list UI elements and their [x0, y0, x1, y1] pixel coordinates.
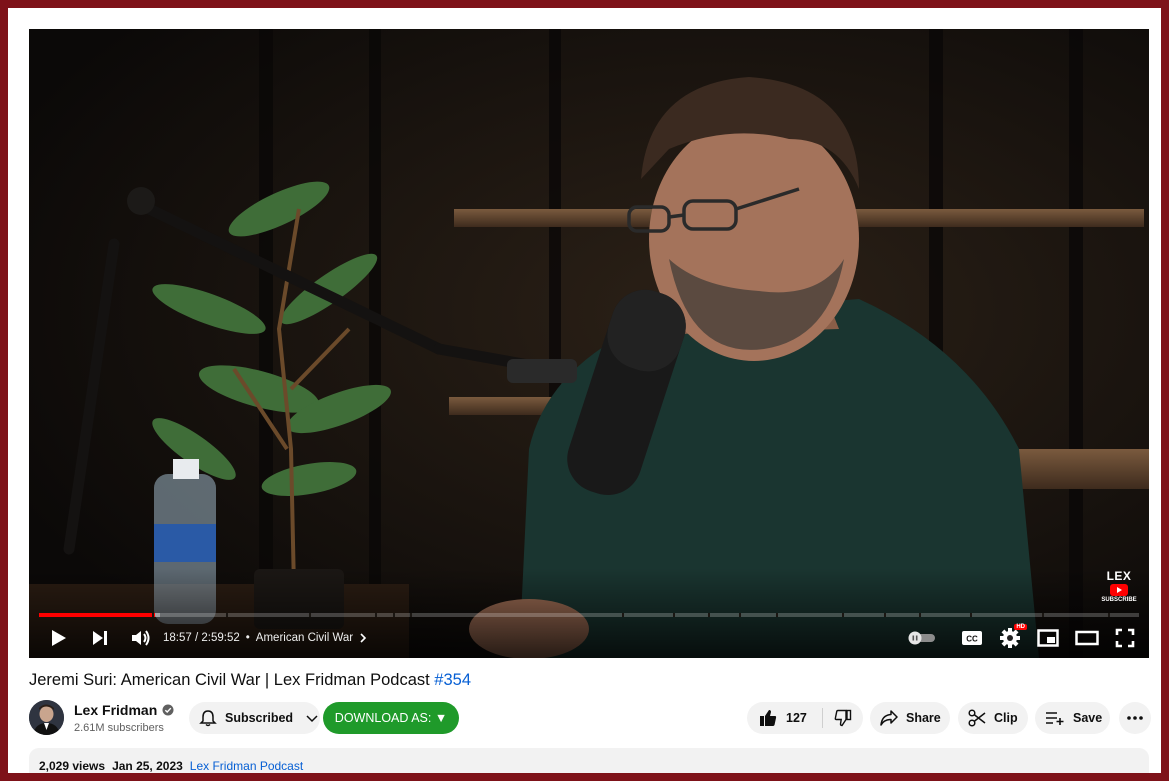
subscriber-count: 2.61M subscribers — [74, 722, 164, 734]
bell-icon — [199, 710, 217, 727]
channel-watermark[interactable]: LEX SUBSCRIBE — [1099, 569, 1139, 603]
chapter-bullet: • — [245, 632, 250, 644]
progress-bar[interactable] — [39, 613, 1139, 617]
fullscreen-button[interactable] — [1115, 623, 1135, 653]
chapter-marker — [738, 613, 741, 617]
share-label: Share — [906, 711, 941, 725]
share-icon — [880, 710, 898, 726]
download-label: DOWNLOAD AS: ▼ — [334, 711, 448, 725]
scissors-icon — [968, 709, 986, 727]
hashtag-link[interactable]: #354 — [434, 671, 471, 689]
theater-mode-button[interactable] — [1075, 623, 1099, 653]
autoplay-toggle[interactable] — [907, 623, 937, 653]
channel-row: Lex Fridman 2.61M subscribers Subscribed… — [29, 700, 1151, 736]
subscribed-label: Subscribed — [225, 711, 294, 725]
play-button[interactable] — [39, 623, 79, 653]
theater-icon — [1075, 630, 1099, 646]
chapter-marker — [776, 613, 778, 617]
thumbs-down-icon — [834, 709, 852, 727]
download-button[interactable]: DOWNLOAD AS: ▼ — [323, 702, 459, 734]
chapter-marker — [226, 613, 228, 617]
podcast-link[interactable]: Lex Fridman Podcast — [190, 759, 303, 773]
miniplayer-icon — [1037, 629, 1059, 647]
fullscreen-icon — [1115, 628, 1135, 648]
like-button[interactable]: 127 — [747, 702, 822, 734]
chevron-right-icon — [360, 633, 367, 643]
dislike-button[interactable] — [823, 702, 863, 734]
more-horizontal-icon — [1127, 716, 1143, 720]
publish-date: Jan 25, 2023 — [112, 759, 183, 773]
view-count: 2,029 views — [39, 759, 106, 773]
save-button[interactable]: Save — [1035, 702, 1110, 734]
hd-badge: HD — [1014, 624, 1027, 630]
player-controls: 18:57 / 2:59:52 • American Civil War CC … — [29, 623, 1149, 653]
avatar-image — [29, 700, 64, 735]
youtube-logo-icon — [1110, 584, 1128, 596]
channel-avatar[interactable] — [29, 700, 64, 735]
video-title-text: Jeremi Suri: American Civil War | Lex Fr… — [29, 671, 435, 689]
video-title: Jeremi Suri: American Civil War | Lex Fr… — [29, 671, 471, 690]
settings-icon — [1000, 628, 1020, 648]
verified-icon — [162, 704, 174, 716]
thumbs-up-icon — [760, 710, 777, 726]
chapter-marker — [672, 613, 675, 617]
miniplayer-button[interactable] — [1037, 623, 1059, 653]
chapter-marker — [842, 613, 844, 617]
chapter-marker — [622, 613, 624, 617]
clip-button[interactable]: Clip — [958, 702, 1028, 734]
like-dislike-group: 127 — [747, 702, 863, 734]
volume-button[interactable] — [121, 623, 161, 653]
chapter-title: American Civil War — [255, 632, 354, 644]
add-to-playlist-icon — [1046, 712, 1064, 725]
current-time: 18:57 — [163, 632, 192, 644]
video-player[interactable]: LEX SUBSCRIBE 18:57 / 2:59:52 • American… — [29, 29, 1149, 658]
next-button[interactable] — [79, 623, 121, 653]
time-separator: / — [194, 632, 199, 644]
video-frame — [29, 29, 1149, 658]
chapter-marker — [919, 613, 921, 617]
channel-name-link[interactable]: Lex Fridman — [74, 702, 174, 718]
progress-played — [39, 613, 155, 617]
watermark-subscribe: SUBSCRIBE — [1101, 597, 1137, 603]
chapter-marker — [707, 613, 710, 617]
chapter-marker — [152, 613, 155, 617]
play-icon — [52, 630, 66, 646]
save-label: Save — [1073, 711, 1103, 725]
watermark-name: LEX — [1106, 569, 1132, 583]
duration: 2:59:52 — [201, 632, 240, 644]
cc-text: CC — [966, 635, 978, 644]
description-box[interactable]: 2,029 views Jan 25, 2023 Lex Fridman Pod… — [29, 748, 1149, 773]
page-frame: LEX SUBSCRIBE 18:57 / 2:59:52 • American… — [8, 8, 1161, 773]
channel-name: Lex Fridman — [74, 702, 158, 718]
time-display: 18:57 / 2:59:52 — [163, 632, 240, 644]
chevron-down-icon — [306, 715, 318, 723]
chapter-marker — [969, 613, 972, 617]
next-icon — [93, 631, 107, 645]
right-controls: CC HD — [907, 623, 1135, 653]
chapter-marker — [374, 613, 377, 617]
clip-label: Clip — [994, 711, 1018, 725]
subtitles-button[interactable]: CC — [961, 623, 983, 653]
share-button[interactable]: Share — [870, 702, 950, 734]
autoplay-toggle-icon — [908, 631, 935, 645]
chapter-button[interactable]: • American Civil War — [246, 632, 368, 644]
like-count: 127 — [786, 711, 807, 725]
chapter-marker — [393, 613, 396, 617]
description-meta: 2,029 views Jan 25, 2023 Lex Fridman Pod… — [39, 759, 303, 773]
subscribed-button[interactable]: Subscribed — [189, 702, 320, 734]
chapter-marker — [308, 613, 311, 617]
more-actions-button[interactable] — [1119, 702, 1151, 734]
subtitles-icon: CC — [962, 631, 982, 645]
volume-icon — [132, 630, 150, 646]
chapter-marker — [1042, 613, 1045, 617]
settings-button[interactable]: HD — [999, 623, 1027, 653]
chapter-marker — [409, 613, 412, 617]
chapter-marker — [883, 613, 886, 617]
chapter-marker — [1108, 613, 1111, 617]
